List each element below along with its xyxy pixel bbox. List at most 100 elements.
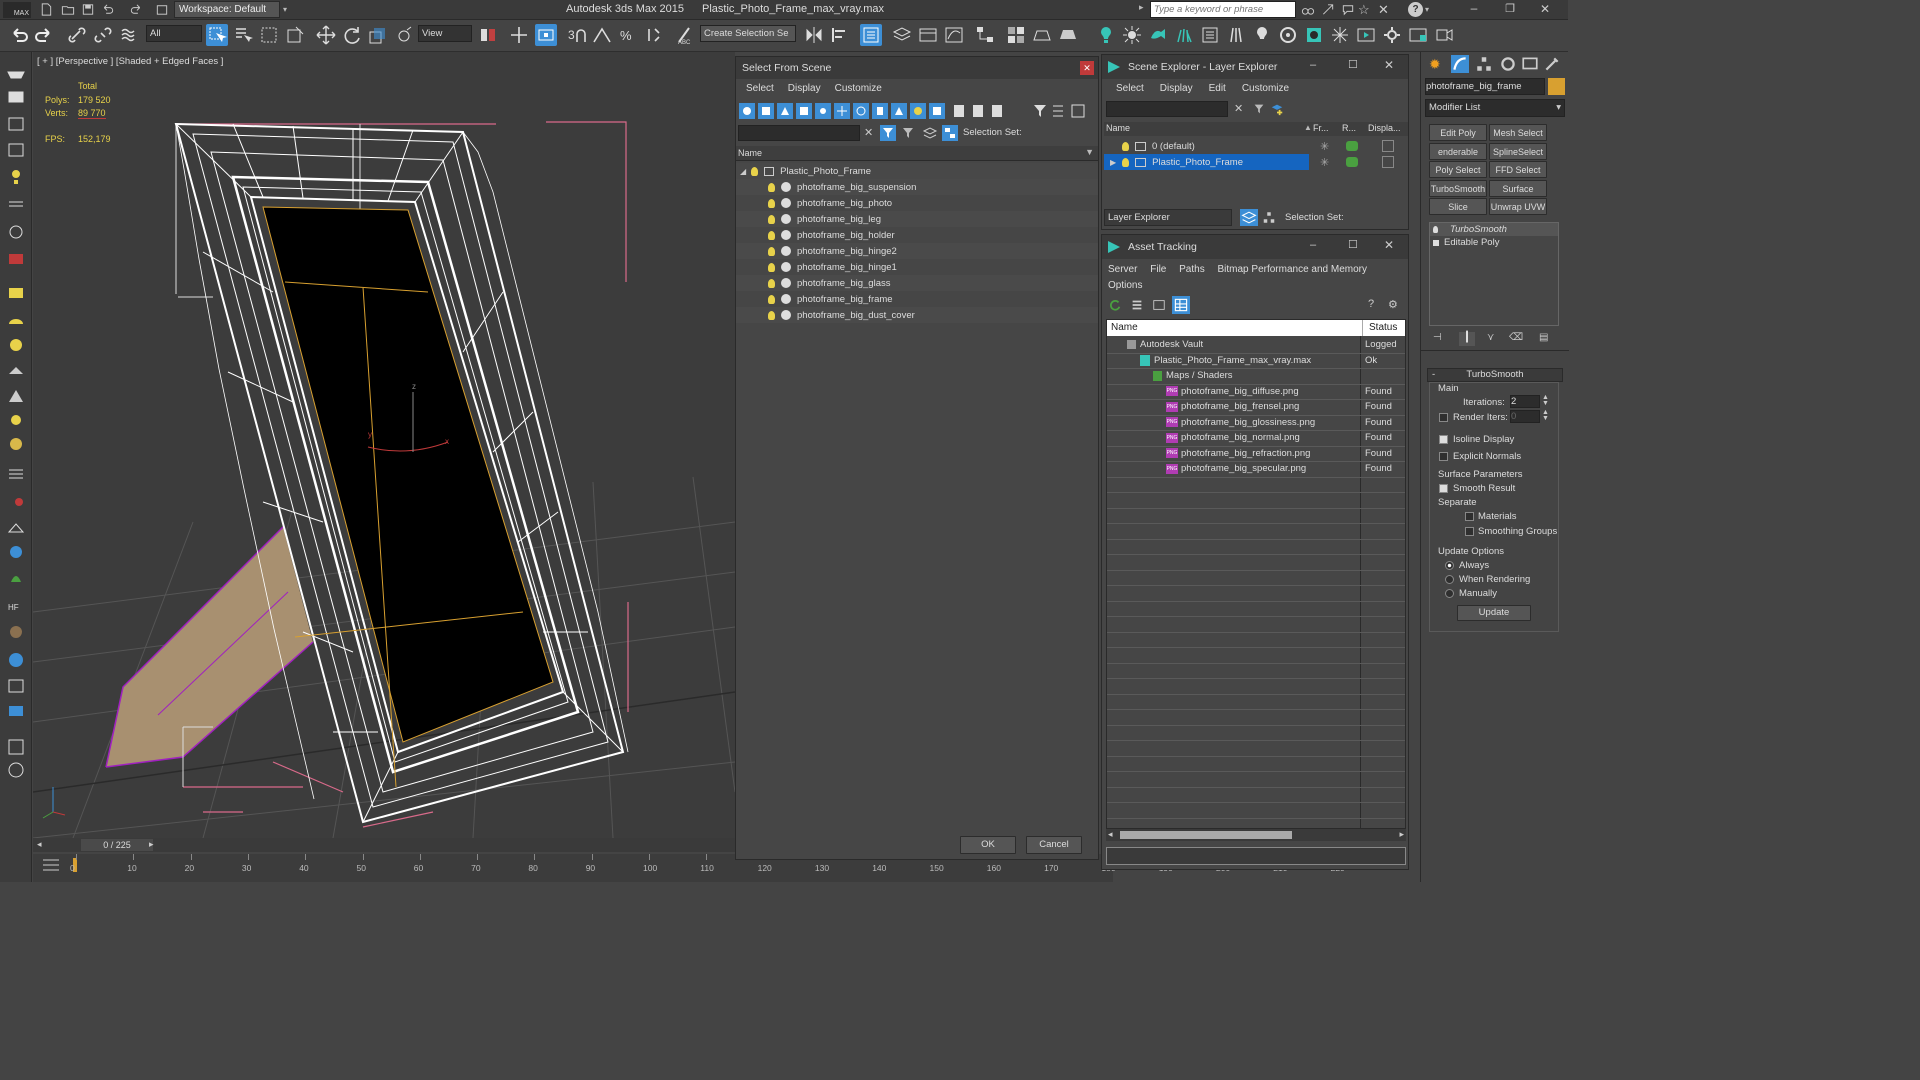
tree-child-row[interactable]: photoframe_big_leg	[736, 211, 1098, 227]
binoculars-icon[interactable]	[1300, 2, 1316, 17]
perspective-viewport[interactable]: [ + ] [Perspective ] [Shaded + Edged Fac…	[33, 52, 735, 838]
light-bulb-icon[interactable]	[768, 278, 775, 288]
render-teapot-icon[interactable]	[1346, 141, 1358, 151]
vray-camera-icon[interactable]	[1433, 24, 1455, 46]
menu-paths[interactable]: Paths	[1179, 264, 1205, 275]
toggle-layer-explorer-icon[interactable]	[891, 24, 913, 46]
max-logo-icon[interactable]: MAX	[3, 2, 31, 18]
modifier-on-icon[interactable]	[1433, 226, 1438, 233]
menu-server[interactable]: Server	[1108, 264, 1137, 275]
vray-light-icon[interactable]	[1095, 24, 1117, 46]
named-selection-set-dropdown[interactable]: Create Selection Se	[700, 25, 796, 42]
material-editor-icon[interactable]	[1005, 24, 1027, 46]
display-filter-buttons[interactable]	[738, 101, 1096, 121]
close-icon[interactable]: ✕	[1080, 61, 1094, 75]
tree-child-row[interactable]: photoframe_big_photo	[736, 195, 1098, 211]
reference-coordinate-dropdown[interactable]: View	[418, 25, 472, 42]
select-object-icon[interactable]	[206, 24, 228, 46]
tree-view-icon[interactable]	[1152, 298, 1166, 312]
column-status[interactable]: Status	[1369, 322, 1397, 333]
menu-display[interactable]: Display	[1160, 83, 1193, 94]
bind-spacewarp-icon[interactable]	[118, 24, 140, 46]
render-frame-icon[interactable]	[1057, 24, 1079, 46]
mirror-icon[interactable]	[803, 24, 825, 46]
slider-next-icon[interactable]: ▸	[149, 839, 154, 850]
tree-child-row[interactable]: photoframe_big_hinge1	[736, 259, 1098, 275]
keyboard-shortcut-override-icon[interactable]	[535, 24, 557, 46]
scroll-right-icon[interactable]: ▸	[1399, 829, 1404, 840]
scroll-left-icon[interactable]: ◂	[1108, 829, 1113, 840]
display-box-icon[interactable]	[1382, 140, 1394, 152]
modifier-button[interactable]: Edit Poly	[1429, 124, 1487, 141]
column-name[interactable]: Name	[1106, 123, 1130, 133]
column-sort-icon[interactable]: ▲	[1304, 123, 1312, 132]
expand-arrow-icon[interactable]: ▶	[1110, 158, 1116, 167]
dropdown-arrow-icon[interactable]: ▾	[1556, 100, 1561, 116]
column-frozen[interactable]: Fr...	[1313, 123, 1329, 133]
iterations-spinner[interactable]	[1510, 395, 1540, 408]
create-layer-icon[interactable]	[1270, 102, 1284, 116]
freeze-icon[interactable]: ✳	[1320, 140, 1329, 153]
explicit-normals-checkbox[interactable]	[1439, 452, 1448, 461]
object-color-swatch[interactable]	[1548, 78, 1565, 95]
asset-path-field[interactable]	[1106, 847, 1406, 865]
close-search-icon[interactable]: ✕	[1378, 2, 1394, 17]
time-slider[interactable]: ◂ 0 / 225 ▸	[33, 838, 735, 852]
make-unique-icon[interactable]: ⋎	[1487, 332, 1494, 343]
ribbon-icon[interactable]	[917, 24, 939, 46]
render-setup-icon[interactable]	[1031, 24, 1053, 46]
hierarchy-icon[interactable]	[942, 125, 958, 141]
light-bulb-icon[interactable]	[768, 310, 775, 320]
menu-select[interactable]: Select	[1116, 83, 1144, 94]
when-rendering-radio[interactable]	[1445, 575, 1454, 584]
light-bulb-icon[interactable]	[768, 182, 775, 192]
column-divider[interactable]	[1362, 320, 1363, 336]
isoline-display-checkbox[interactable]	[1439, 435, 1448, 444]
restore-icon[interactable]: ❐	[1502, 1, 1518, 18]
table-view-icon[interactable]	[1172, 296, 1190, 314]
remove-modifier-icon[interactable]: ⌫	[1509, 332, 1523, 343]
filter-icon[interactable]	[1252, 102, 1266, 116]
snap-3d-icon[interactable]: 3	[565, 24, 587, 46]
menu-edit[interactable]: Edit	[1209, 83, 1226, 94]
search-input[interactable]	[1150, 1, 1296, 18]
rectangular-selection-icon[interactable]	[258, 24, 280, 46]
favorites-star-icon[interactable]: ☆	[1358, 2, 1374, 17]
ok-button[interactable]: OK	[960, 836, 1016, 854]
window-crossing-icon[interactable]	[284, 24, 306, 46]
vray-proxy-icon[interactable]	[1147, 24, 1169, 46]
object-name-input[interactable]	[1425, 78, 1545, 95]
materials-checkbox[interactable]	[1465, 512, 1474, 521]
project-folder-icon[interactable]	[154, 2, 170, 17]
modifier-button[interactable]: SplineSelect	[1489, 142, 1547, 160]
light-bulb-icon[interactable]	[751, 166, 759, 176]
stack-item-editable-poly[interactable]: Editable Poly	[1430, 236, 1558, 249]
vray-settings-icon[interactable]	[1381, 24, 1403, 46]
communication-icon[interactable]	[1340, 2, 1356, 17]
workspace-arrow-icon[interactable]: ▾	[283, 1, 293, 18]
scale-icon[interactable]	[367, 24, 389, 46]
help-icon[interactable]: ?	[1408, 2, 1423, 17]
stack-item-turbosmooth[interactable]: TurboSmooth	[1430, 223, 1558, 236]
hierarchy-tab-icon[interactable]	[1475, 55, 1493, 73]
render-iters-checkbox[interactable]	[1439, 413, 1448, 422]
turbosmooth-rollout-header[interactable]: - TurboSmooth	[1427, 368, 1563, 382]
help-arrow-icon[interactable]: ▾	[1425, 2, 1435, 17]
layer-row-selected[interactable]: ▶ Plastic_Photo_Frame	[1104, 154, 1309, 170]
column-sort-icon[interactable]: ▼	[1085, 147, 1094, 157]
spinner-arrows-icon[interactable]: ▲ ▼	[1542, 409, 1549, 422]
tree-child-row[interactable]: photoframe_big_suspension	[736, 179, 1098, 195]
pivot-center-icon[interactable]	[477, 24, 499, 46]
light-bulb-icon[interactable]	[768, 214, 775, 224]
subscription-icon[interactable]	[1320, 2, 1336, 17]
link-icon[interactable]	[66, 24, 88, 46]
vray-mesh-icon[interactable]	[1303, 24, 1325, 46]
scroll-thumb[interactable]	[1120, 831, 1292, 839]
utilities-tab-icon[interactable]	[1543, 55, 1561, 73]
percent-snap-icon[interactable]: %	[617, 24, 639, 46]
light-bulb-icon[interactable]	[768, 198, 775, 208]
slider-prev-icon[interactable]: ◂	[37, 839, 42, 850]
scene-explorer-find-input[interactable]	[1106, 101, 1228, 117]
menu-display[interactable]: Display	[788, 83, 821, 94]
layer-row-default[interactable]: 0 (default)	[1104, 138, 1408, 154]
